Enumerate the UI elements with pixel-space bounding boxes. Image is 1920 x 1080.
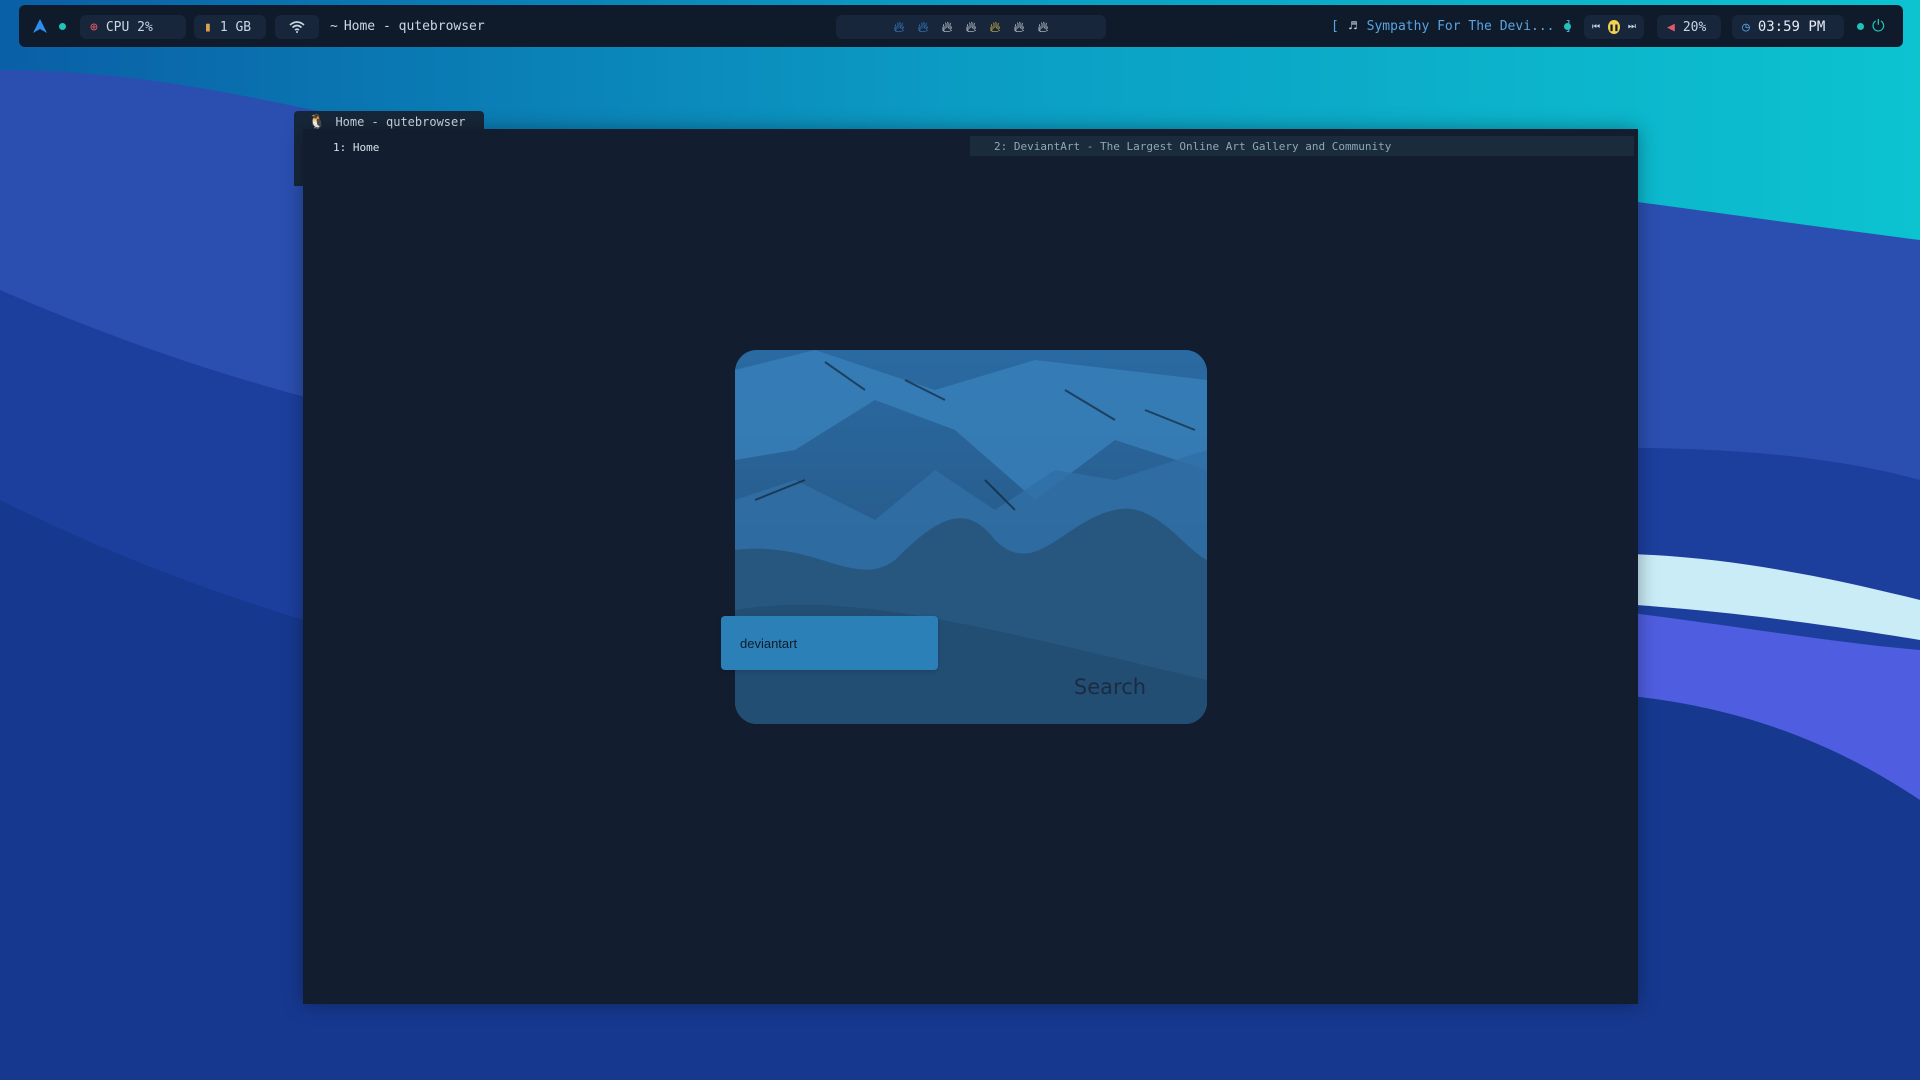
tab-home[interactable]: 1: Home xyxy=(303,137,968,157)
clock-icon: ◷ xyxy=(1742,19,1750,35)
workspace-flame-icon[interactable]: 🔥︎ xyxy=(990,19,1001,35)
search-button-label: Search xyxy=(1073,675,1147,699)
status-dot xyxy=(59,5,66,47)
media-widget[interactable]: [ ♬ Sympathy For The Devi... ] xyxy=(1331,5,1572,47)
cpu-usage: CPU 2% xyxy=(105,19,153,35)
top-bar: ⊕ CPU 2% ▮ 1 GB ~ Home - qutebrowser 🔥︎ 🔥… xyxy=(19,5,1903,47)
workspace-switcher: 🔥︎ 🔥︎ 🔥︎ 🔥︎ 🔥︎ 🔥︎ 🔥︎ xyxy=(836,15,1106,39)
tilde-icon: ~ xyxy=(330,18,338,34)
memory-widget[interactable]: ▮ 1 GB xyxy=(194,15,266,39)
workspace-flame-icon[interactable]: 🔥︎ xyxy=(1014,19,1025,35)
tab-deviantart-label: 2: DeviantArt - The Largest Online Art G… xyxy=(994,139,1392,153)
memory-usage: 1 GB xyxy=(219,19,252,35)
workspace-flame-icon[interactable]: 🔥︎ xyxy=(965,19,976,35)
workspace-flame-icon[interactable]: 🔥︎ xyxy=(893,19,904,35)
window-title-label: Home - qutebrowser xyxy=(335,115,466,129)
window-title-text: Home - qutebrowser xyxy=(343,18,485,34)
volume-widget[interactable]: ◀ 20% xyxy=(1657,15,1721,39)
workspace-flame-icon[interactable]: 🔥︎ xyxy=(1038,19,1049,35)
music-note-icon: ♬ xyxy=(1348,18,1357,34)
media-bracket-open: [ xyxy=(1331,18,1339,34)
media-controls: ⏮ ❚❚ ⏭ xyxy=(1584,15,1644,39)
tray-status-dot xyxy=(1857,5,1864,47)
search-input-value: deviantart xyxy=(740,635,798,651)
search-button[interactable]: Search xyxy=(1045,670,1175,704)
search-input[interactable]: deviantart xyxy=(721,616,938,670)
tab-bar: 1: Home 2: DeviantArt - The Largest Onli… xyxy=(303,129,1638,157)
wifi-icon xyxy=(289,21,305,33)
workspace-flame-icon[interactable]: 🔥︎ xyxy=(917,19,928,35)
media-status-dot xyxy=(1564,5,1571,47)
memory-icon: ▮ xyxy=(204,19,212,35)
volume-icon: ◀ xyxy=(1667,19,1675,35)
power-icon[interactable]: ⏻ xyxy=(1872,5,1885,47)
clock-time: 03:59 PM xyxy=(1757,19,1826,35)
media-title: Sympathy For The Devi... xyxy=(1366,18,1555,34)
clock-widget[interactable]: ◷ 03:59 PM xyxy=(1732,15,1844,39)
workspace-flame-icon[interactable]: 🔥︎ xyxy=(941,19,952,35)
wifi-widget[interactable] xyxy=(275,15,319,39)
active-window-title: ~ Home - qutebrowser xyxy=(330,5,485,47)
cpu-widget[interactable]: ⊕ CPU 2% xyxy=(80,15,186,39)
volume-level: 20% xyxy=(1682,19,1707,35)
arch-logo-icon[interactable] xyxy=(33,5,47,47)
next-icon[interactable]: ⏭ xyxy=(1628,22,1636,32)
previous-icon[interactable]: ⏮ xyxy=(1592,22,1600,32)
cpu-icon: ⊕ xyxy=(90,19,98,35)
tux-icon: 🐧 xyxy=(308,114,326,130)
tab-home-label: 1: Home xyxy=(333,140,380,154)
tab-deviantart[interactable]: 2: DeviantArt - The Largest Online Art G… xyxy=(970,136,1634,156)
pause-icon[interactable]: ❚❚ xyxy=(1608,20,1620,34)
